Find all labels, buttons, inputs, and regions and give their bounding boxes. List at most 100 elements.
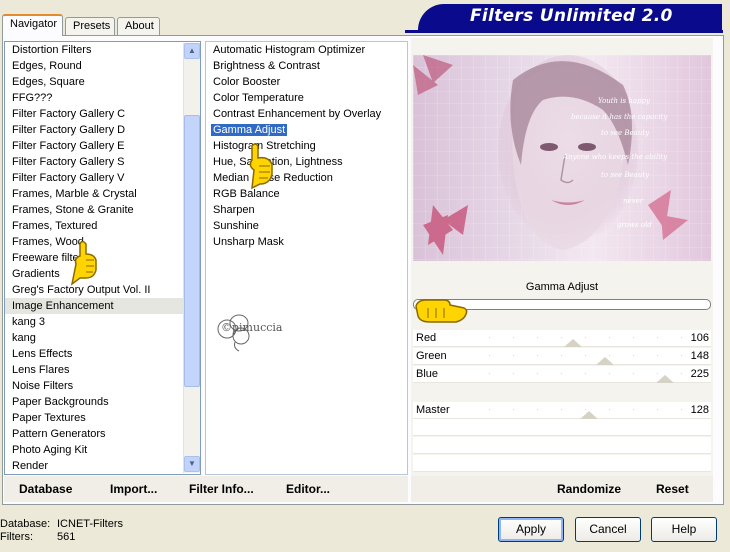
- filter-item-label: Brightness & Contrast: [213, 60, 320, 72]
- filter-item[interactable]: Contrast Enhancement by Overlay: [206, 106, 407, 122]
- category-item[interactable]: Pattern Generators: [5, 426, 200, 442]
- randomize-button[interactable]: Randomize: [557, 482, 621, 496]
- tab-navigator[interactable]: Navigator: [2, 14, 63, 36]
- category-item[interactable]: Distortion Filters: [5, 42, 200, 58]
- category-item[interactable]: Render: [5, 458, 200, 474]
- category-item[interactable]: kang: [5, 330, 200, 346]
- filter-item-label: Gamma Adjust: [211, 124, 288, 136]
- filter-item[interactable]: Hue, Saturation, Lightness: [206, 154, 407, 170]
- category-item[interactable]: Frames, Textured: [5, 218, 200, 234]
- preview-poem-line: to see Beauty: [601, 171, 650, 179]
- filter-item-label: Automatic Histogram Optimizer: [213, 44, 366, 56]
- category-item[interactable]: Filter Factory Gallery D: [5, 122, 200, 138]
- filters-count-value: 561: [57, 531, 76, 543]
- filter-item[interactable]: Brightness & Contrast: [206, 58, 407, 74]
- category-item[interactable]: Frames, Marble & Crystal: [5, 186, 200, 202]
- preview-poem-line: never: [623, 197, 644, 205]
- category-item[interactable]: Greg's Factory Output Vol. II: [5, 282, 200, 298]
- param-row-red[interactable]: Red 106: [413, 330, 711, 347]
- filter-item[interactable]: RGB Balance: [206, 186, 407, 202]
- param-track: [489, 337, 697, 338]
- tab-about[interactable]: About: [117, 17, 160, 35]
- param-value: 106: [690, 332, 709, 344]
- filter-item[interactable]: Sharpen: [206, 202, 407, 218]
- param-value: 148: [690, 350, 709, 362]
- category-scrollbar[interactable]: ▲ ▼: [183, 43, 200, 473]
- category-item[interactable]: Filter Factory Gallery C: [5, 106, 200, 122]
- category-item[interactable]: Filter Factory Gallery E: [5, 138, 200, 154]
- filter-item[interactable]: Color Temperature: [206, 90, 407, 106]
- preview-poem-line: because it has the capacity: [571, 113, 668, 121]
- banner-strip: [405, 30, 723, 33]
- empty-row: [413, 437, 711, 454]
- import-button[interactable]: Import...: [110, 482, 157, 496]
- category-list[interactable]: Distortion Filters Edges, Round Edges, Squ…: [4, 41, 201, 475]
- param-track: [489, 355, 697, 356]
- category-item[interactable]: Edges, Square: [5, 74, 200, 90]
- category-item[interactable]: kang 3: [5, 314, 200, 330]
- param-slider-thumb[interactable]: [580, 411, 598, 419]
- filter-item[interactable]: Automatic Histogram Optimizer: [206, 42, 407, 58]
- category-item[interactable]: Frames, Stone & Granite: [5, 202, 200, 218]
- category-item[interactable]: Gradients: [5, 266, 200, 282]
- empty-row: [413, 419, 711, 436]
- scroll-thumb[interactable]: [184, 115, 200, 387]
- help-button[interactable]: Help: [651, 517, 717, 542]
- filter-item-label: Color Temperature: [213, 92, 304, 104]
- preview-poem-line: grows old: [617, 221, 652, 229]
- param-slider-thumb[interactable]: [656, 375, 674, 383]
- param-value: 128: [690, 404, 709, 416]
- param-row-green[interactable]: Green 148: [413, 348, 711, 365]
- category-item[interactable]: Frames, Wood: [5, 234, 200, 250]
- filter-item-label: Color Booster: [213, 76, 281, 88]
- database-value: ICNET-Filters: [57, 518, 123, 530]
- category-item[interactable]: Edges, Round: [5, 58, 200, 74]
- filter-item[interactable]: Gamma Adjust: [206, 122, 407, 138]
- param-slider-thumb[interactable]: [564, 339, 582, 347]
- filter-item-label: Contrast Enhancement by Overlay: [213, 108, 382, 120]
- preview-image: Youth is happy because it has the capaci…: [413, 55, 711, 261]
- tab-presets[interactable]: Presets: [65, 17, 115, 35]
- category-item[interactable]: FFG???: [5, 90, 200, 106]
- category-item[interactable]: Paper Backgrounds: [5, 394, 200, 410]
- filter-info-button[interactable]: Filter Info...: [189, 482, 254, 496]
- category-item[interactable]: Lens Effects: [5, 346, 200, 362]
- param-track: [489, 409, 697, 410]
- category-item[interactable]: Paper Textures: [5, 410, 200, 426]
- hand-pointer-icon: [70, 240, 97, 286]
- filter-item[interactable]: Unsharp Mask: [206, 234, 407, 250]
- filters-count-label: Filters:: [0, 531, 33, 543]
- filter-item-label: Sunshine: [213, 220, 259, 232]
- banner-title: Filters Unlimited 2.0: [418, 4, 722, 30]
- filter-item[interactable]: Median Noise Reduction: [206, 170, 407, 186]
- category-item[interactable]: Image Enhancement: [5, 298, 200, 314]
- param-label: Blue: [416, 368, 439, 380]
- filter-item[interactable]: Sunshine: [206, 218, 407, 234]
- filter-name-label: Gamma Adjust: [525, 281, 599, 293]
- editor-button[interactable]: Editor...: [286, 482, 330, 496]
- filter-item[interactable]: Color Booster: [206, 74, 407, 90]
- database-button[interactable]: Database: [19, 482, 72, 496]
- param-slider-thumb[interactable]: [596, 357, 614, 365]
- category-item[interactable]: Photo Aging Kit: [5, 442, 200, 458]
- category-item[interactable]: Freeware filte: [5, 250, 200, 266]
- empty-row: [413, 455, 711, 472]
- param-row-blue[interactable]: Blue 225: [413, 366, 711, 383]
- scroll-down-icon[interactable]: ▼: [184, 456, 200, 472]
- scroll-up-icon[interactable]: ▲: [184, 43, 200, 59]
- param-label: Red: [416, 332, 437, 344]
- filter-list[interactable]: Automatic Histogram Optimizer Brightness …: [205, 41, 408, 475]
- watermark-logo: ©pimuccia: [215, 312, 295, 352]
- param-row-master[interactable]: Master 128: [413, 402, 711, 419]
- preview-poem-line: Youth is happy: [598, 97, 651, 105]
- param-value: 225: [690, 368, 709, 380]
- cancel-button[interactable]: Cancel: [575, 517, 641, 542]
- category-item[interactable]: Filter Factory Gallery V: [5, 170, 200, 186]
- filter-item-label: Sharpen: [213, 204, 255, 216]
- category-item[interactable]: Filter Factory Gallery S: [5, 154, 200, 170]
- category-item[interactable]: Noise Filters: [5, 378, 200, 394]
- filter-item[interactable]: Histogram Stretching: [206, 138, 407, 154]
- reset-button[interactable]: Reset: [656, 482, 689, 496]
- category-item[interactable]: Lens Flares: [5, 362, 200, 378]
- apply-button[interactable]: Apply: [498, 517, 564, 542]
